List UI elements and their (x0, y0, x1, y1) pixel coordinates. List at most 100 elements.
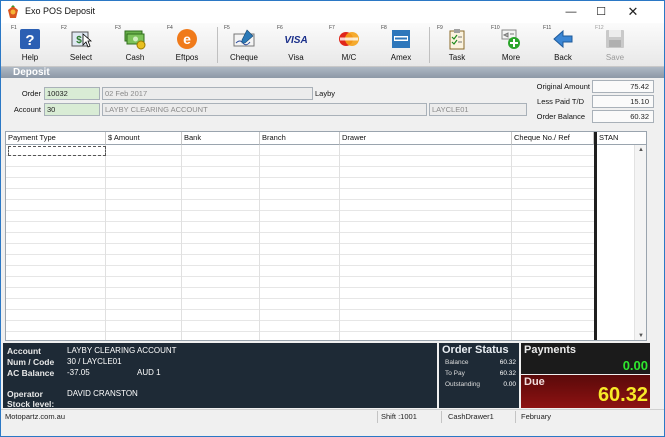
section-header: Deposit (1, 67, 664, 78)
status-divider (441, 411, 442, 423)
info-acbalance-label: AC Balance (7, 368, 55, 378)
due-value: 60.32 (597, 384, 648, 406)
status-site: Motopartz.com.au (5, 412, 66, 421)
info-numcode-value: 30 / LAYCLE01 (67, 357, 122, 366)
amex-button[interactable]: F8 Amex (379, 23, 423, 67)
account-code-field: LAYCLE01 (429, 103, 527, 116)
original-amount-value: 75.42 (592, 80, 654, 93)
maximize-button[interactable]: ☐ (586, 1, 616, 23)
scroll-down-icon[interactable]: ▼ (635, 331, 646, 340)
svg-text:VISA: VISA (285, 35, 307, 46)
info-stock-label: Stock level: (7, 399, 55, 409)
column-header-cheque-ref[interactable]: Cheque No./ Ref (512, 132, 594, 145)
deposit-form: Order 10032 02 Feb 2017 Layby Account 30… (1, 78, 664, 126)
cash-icon (124, 30, 146, 50)
account-info-panel: Account LAYBY CLEARING ACCOUNT Num / Cod… (3, 343, 437, 409)
info-account-value: LAYBY CLEARING ACCOUNT (67, 346, 177, 355)
grid-column (106, 145, 182, 340)
amex-icon (392, 30, 410, 48)
payments-panel: Payments 0.00 (521, 343, 650, 374)
info-operator-value: DAVID CRANSTON (67, 389, 138, 398)
scroll-up-icon[interactable]: ▲ (635, 145, 646, 155)
save-button[interactable]: F12 Save (593, 23, 637, 67)
select-button[interactable]: F2 $ Select (59, 23, 103, 67)
help-button[interactable]: F1 ? Help (9, 23, 51, 67)
column-header-bank[interactable]: Bank (182, 132, 260, 145)
order-balance-value: 60.32 (592, 110, 654, 123)
info-account-label: Account (7, 346, 41, 356)
status-bar: Motopartz.com.au Shift :1001 CashDrawer1… (1, 409, 664, 423)
more-button[interactable]: F10 More (489, 23, 533, 67)
status-topay-value: 60.32 (499, 370, 516, 377)
original-amount-label: Original Amount (536, 82, 590, 91)
account-label: Account (13, 105, 41, 114)
column-header-amount[interactable]: $ Amount (106, 132, 182, 145)
visa-button[interactable]: F6 VISA Visa (275, 23, 317, 67)
order-balance-label: Order Balance (536, 112, 585, 121)
grid-column (260, 145, 340, 340)
title-bar: Exo POS Deposit — ☐ ✕ (1, 1, 664, 23)
payment-grid[interactable]: Payment Type $ Amount Bank Branch Drawer… (5, 131, 647, 341)
status-divider (377, 411, 378, 423)
info-currency: AUD 1 (137, 368, 161, 377)
account-number-field[interactable]: 30 (44, 103, 100, 116)
payments-value: 0.00 (622, 358, 648, 373)
status-balance-value: 60.32 (499, 359, 516, 366)
svg-text:e: e (183, 31, 191, 47)
order-number-field[interactable]: 10032 (44, 87, 100, 100)
eftpos-icon: e (177, 29, 197, 49)
svg-text:$: $ (76, 35, 82, 46)
back-arrow-icon (553, 29, 573, 49)
order-label: Order (21, 89, 41, 98)
column-header-stan[interactable]: STAN (597, 132, 646, 145)
more-icon (501, 29, 520, 49)
mastercard-button[interactable]: F7 M/C (327, 23, 371, 67)
column-divider (594, 132, 597, 340)
less-paid-label: Less Paid T/D (537, 97, 584, 106)
grid-column (340, 145, 512, 340)
column-header-payment-type[interactable]: Payment Type (6, 132, 106, 145)
close-button[interactable]: ✕ (618, 1, 648, 23)
account-name-field: LAYBY CLEARING ACCOUNT (102, 103, 427, 116)
status-balance-label: Balance (445, 359, 469, 366)
info-acbalance-value: -37.05 (67, 368, 90, 377)
status-divider (515, 411, 516, 423)
info-numcode-label: Num / Code (7, 357, 55, 367)
order-status-panel: Order Status Balance 60.32 To Pay 60.32 … (439, 343, 519, 408)
info-operator-label: Operator (7, 389, 43, 399)
status-outstanding-label: Outstanding (445, 381, 481, 388)
status-outstanding-value: 0.00 (503, 381, 516, 388)
status-period: February (521, 412, 552, 421)
status-drawer: CashDrawer1 (448, 412, 494, 421)
column-header-branch[interactable]: Branch (260, 132, 340, 145)
column-header-drawer[interactable]: Drawer (340, 132, 512, 145)
cheque-icon (233, 29, 255, 47)
help-icon: ? (20, 29, 40, 49)
section-title: Deposit (13, 67, 50, 78)
minimize-button[interactable]: — (556, 1, 586, 23)
app-logo-icon (8, 5, 18, 18)
order-date-field: 02 Feb 2017 (102, 87, 313, 100)
eftpos-button[interactable]: F4 e Eftpos (165, 23, 209, 67)
task-icon (449, 29, 465, 50)
status-topay-label: To Pay (445, 370, 465, 377)
payments-title: Payments (524, 344, 576, 356)
cheque-button[interactable]: F5 Cheque (222, 23, 266, 67)
toolbar-separator (429, 27, 430, 63)
grid-scrollbar[interactable]: ▲ ▼ (634, 145, 646, 340)
grid-column (182, 145, 260, 340)
toolbar-separator (217, 27, 218, 63)
task-button[interactable]: F9 Task (435, 23, 479, 67)
due-panel: Due 60.32 (521, 375, 650, 408)
order-status-title: Order Status (442, 344, 509, 356)
less-paid-value: 15.10 (592, 95, 654, 108)
visa-icon: VISA (285, 35, 307, 46)
grid-column (6, 145, 106, 340)
due-title: Due (524, 376, 545, 388)
focused-cell[interactable] (8, 146, 106, 156)
mastercard-icon (339, 32, 359, 46)
cash-button[interactable]: F3 Cash (113, 23, 157, 67)
svg-text:?: ? (25, 32, 34, 49)
toolbar: F1 ? Help F2 $ Select F3 Cash F4 e Eftpo… (1, 23, 664, 67)
back-button[interactable]: F11 Back (541, 23, 585, 67)
